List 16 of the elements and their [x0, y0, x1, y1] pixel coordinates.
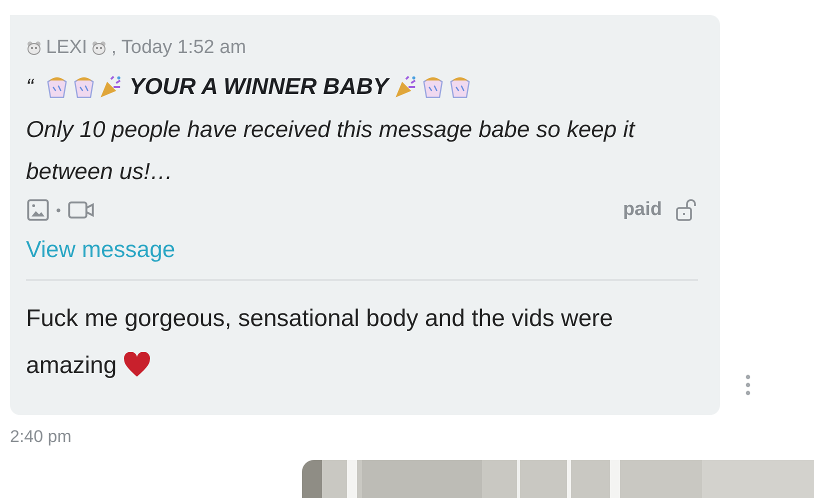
sent-time: , Today 1:52 am	[111, 37, 246, 59]
reply-text: Fuck me gorgeous, sensational body and the vids were amazing	[26, 304, 614, 381]
unlocked-icon	[674, 198, 698, 222]
animal-face-icon	[26, 40, 42, 56]
price-label: paid	[622, 199, 662, 221]
separator-dot: •	[56, 202, 61, 218]
message-title: YOUR A WINNER BABY	[129, 73, 388, 100]
message-preview: Only 10 people have received this message babe so keep it between us!…	[26, 115, 636, 186]
message-time: 2:40 pm	[10, 427, 72, 447]
animal-face-icon	[91, 40, 108, 56]
quote-mark: “	[26, 74, 34, 100]
view-message-link[interactable]: View message	[26, 236, 176, 263]
sender-name: LEXI	[46, 37, 88, 59]
more-options-icon[interactable]	[745, 374, 751, 396]
heart-icon	[123, 352, 152, 378]
image-icon	[26, 198, 50, 222]
